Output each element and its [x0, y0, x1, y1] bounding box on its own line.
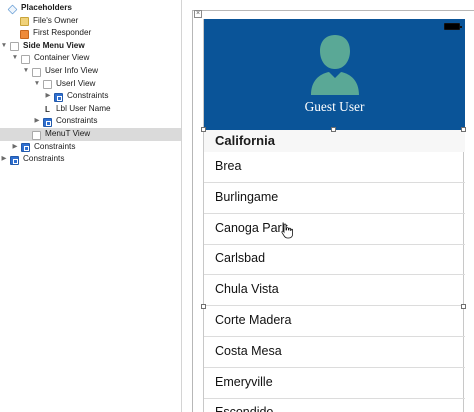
city-cell[interactable]: Escondido [204, 398, 465, 412]
interface-builder-canvas[interactable]: × Guest User California Brea Burlingame Ca… [182, 0, 474, 412]
outline-item-constraints[interactable]: ▶ Constraints [0, 141, 181, 154]
cube-icon [7, 4, 18, 14]
city-cell[interactable]: Carlsbad [204, 244, 465, 276]
disclosure-collapsed-icon[interactable]: ▶ [0, 153, 8, 166]
outline-item-constraints[interactable]: ▶ Constraints [0, 90, 181, 103]
view-icon [21, 54, 30, 64]
outline-item-label: Constraints [34, 141, 76, 151]
city-cell[interactable]: Brea [204, 152, 465, 183]
city-label: Chula Vista [215, 282, 279, 297]
resize-handle-left[interactable] [201, 304, 206, 309]
section-title: California [215, 133, 275, 148]
resize-handle-top[interactable] [331, 127, 336, 132]
label-icon: L [45, 105, 50, 115]
outline-item-container-view[interactable]: ▼ Container View [0, 52, 181, 65]
city-label: Emeryville [215, 374, 273, 389]
outline-item-label: First Responder [33, 28, 92, 38]
city-label: Corte Madera [215, 313, 292, 327]
outline-item-label: UserI View [56, 78, 96, 88]
view-icon [43, 80, 52, 90]
side-menu-view[interactable]: Guest User California Brea Burlingame Cano… [203, 19, 465, 412]
disclosure-collapsed-icon[interactable]: ▶ [44, 90, 52, 103]
view-icon [32, 67, 41, 77]
battery-icon [444, 23, 462, 30]
outline-item-lbl-user-name[interactable]: L Lbl User Name [0, 103, 181, 116]
document-outline: Placeholders File's Owner First Responder ▼… [0, 0, 181, 412]
outline-item-useri-view[interactable]: ▼ UserI View [0, 78, 181, 91]
outline-item-label: Constraints [56, 116, 98, 126]
resize-handle-right[interactable] [461, 304, 466, 309]
disclosure-collapsed-icon[interactable]: ▶ [33, 115, 41, 128]
outline-item-label: Side Menu View [23, 40, 85, 50]
constraints-icon [21, 143, 30, 153]
outline-item-placeholders[interactable]: Placeholders [0, 2, 181, 15]
disclosure-expanded-icon[interactable]: ▼ [11, 52, 19, 65]
city-cell[interactable]: Burlingame [204, 183, 465, 214]
outline-item-label: MenuT View [45, 129, 91, 138]
city-label: Escondido [215, 405, 273, 412]
user-name-label: Guest User [304, 99, 365, 114]
outline-item-label: Container View [34, 53, 90, 63]
outline-item-label: Lbl User Name [56, 103, 111, 113]
outline-item-label: Constraints [23, 154, 65, 164]
outline-item-file-s-owner[interactable]: File's Owner [0, 15, 181, 28]
city-label: Brea [215, 159, 242, 173]
city-cell[interactable]: Canoga Park [204, 214, 465, 245]
constraints-icon [54, 92, 63, 102]
disclosure-expanded-icon[interactable]: ▼ [33, 78, 41, 91]
outline-item-constraints[interactable]: ▶ Constraints [0, 153, 181, 166]
section-header: California [204, 130, 465, 152]
outline-item-label: User Info View [45, 66, 99, 75]
disclosure-collapsed-icon[interactable]: ▶ [11, 141, 19, 154]
outline-item-label: File's Owner [33, 15, 79, 25]
disclosure-expanded-icon[interactable]: ▼ [0, 40, 8, 53]
resize-handle-top-left[interactable] [201, 127, 206, 132]
city-cell[interactable]: Corte Madera [204, 306, 465, 337]
user-info-view[interactable]: Guest User [204, 19, 465, 130]
outline-item-label: Placeholders [21, 3, 72, 12]
user-avatar-icon[interactable] [305, 31, 365, 95]
file-owner-icon [20, 17, 29, 27]
hand-pointer-shape [281, 223, 293, 239]
view-icon [10, 42, 19, 52]
resize-handle-top-right[interactable] [461, 127, 466, 132]
city-label: Carlsbad [215, 251, 266, 266]
view-icon [32, 130, 41, 140]
outline-item-user-info-view[interactable]: ▼ User Info View [0, 65, 181, 78]
constraints-icon [43, 117, 52, 127]
scene-close-icon[interactable]: × [194, 10, 202, 18]
constraints-icon [10, 155, 19, 165]
disclosure-expanded-icon[interactable]: ▼ [22, 65, 30, 78]
outline-item-constraints[interactable]: ▶ Constraints [0, 115, 181, 128]
hand-pointer-icon [281, 223, 293, 239]
outline-item-label: Constraints [67, 91, 109, 101]
city-label: Costa Mesa [215, 343, 282, 358]
city-cell[interactable]: Chula Vista [204, 275, 465, 307]
first-responder-icon [20, 29, 29, 39]
city-cell[interactable]: Costa Mesa [204, 337, 465, 368]
city-label: Canoga Park [215, 220, 288, 235]
city-label: Burlingame [215, 189, 279, 204]
outline-item-first-responder[interactable]: First Responder [0, 27, 181, 40]
outline-item-menut-view[interactable]: MenuT View [0, 128, 181, 141]
outline-item-side-menu-view[interactable]: ▼ Side Menu View [0, 40, 181, 53]
city-cell[interactable]: Emeryville [204, 368, 465, 399]
